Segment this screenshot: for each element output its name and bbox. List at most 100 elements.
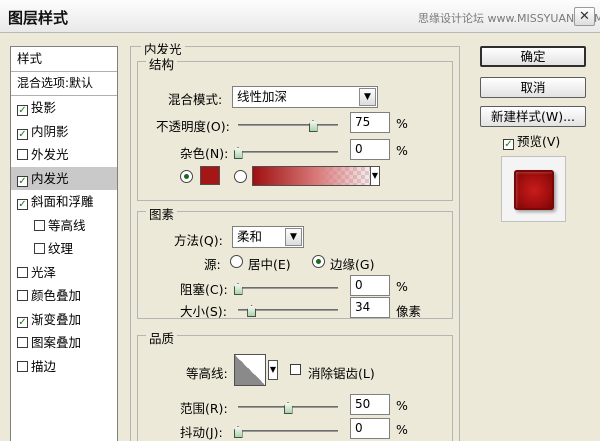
preview-label: 预览(V) bbox=[517, 134, 561, 149]
jitter-slider-thumb[interactable] bbox=[233, 426, 243, 438]
blend-mode-value: 线性加深 bbox=[237, 89, 288, 104]
new-style-button[interactable]: 新建样式(W)... bbox=[480, 106, 586, 127]
style-item-checkbox[interactable]: ✓ bbox=[17, 316, 28, 328]
style-item[interactable]: ✓ 斜面和浮雕 bbox=[11, 190, 117, 214]
style-item-checkbox[interactable] bbox=[17, 290, 28, 301]
range-slider-thumb[interactable] bbox=[283, 402, 293, 414]
preview-checkbox[interactable]: ✓ bbox=[503, 139, 514, 150]
opacity-label: 不透明度(O): bbox=[156, 119, 230, 134]
gradient-dropdown-icon[interactable]: ▼ bbox=[370, 166, 380, 186]
style-item[interactable]: 纹理 bbox=[11, 237, 117, 261]
noise-label: 杂色(N): bbox=[180, 146, 229, 161]
style-item-checkbox[interactable]: ✓ bbox=[17, 175, 28, 187]
style-item-label: 外发光 bbox=[31, 147, 69, 162]
style-list: 样式 混合选项:默认 ✓ 投影 ✓ 内阴影 外发光 ✓ 内发光 ✓ 斜面和浮雕 等高线 纹理 光泽 颜色… bbox=[10, 46, 118, 441]
contour-label: 等高线: bbox=[186, 366, 228, 381]
style-item[interactable]: ✓ 投影 bbox=[11, 96, 117, 120]
antialias-checkbox[interactable] bbox=[290, 364, 301, 375]
style-item[interactable]: 图案叠加 bbox=[11, 331, 117, 355]
choke-label: 阻塞(C): bbox=[180, 282, 228, 297]
blend-mode-label: 混合模式: bbox=[168, 92, 223, 107]
quality-legend: 品质 bbox=[146, 328, 178, 347]
contour-preview[interactable] bbox=[234, 354, 266, 386]
noise-unit: % bbox=[396, 143, 408, 158]
technique-label: 方法(Q): bbox=[174, 233, 223, 248]
jitter-unit: % bbox=[396, 422, 408, 437]
range-unit: % bbox=[396, 398, 408, 413]
jitter-label: 抖动(J): bbox=[180, 425, 223, 440]
opacity-input[interactable]: 75 bbox=[350, 112, 390, 133]
ok-button[interactable]: 确定 bbox=[480, 46, 586, 67]
jitter-input[interactable]: 0 bbox=[350, 418, 390, 439]
technique-select[interactable]: 柔和 ▼ bbox=[232, 226, 304, 248]
blend-mode-select[interactable]: 线性加深 ▼ bbox=[232, 86, 378, 108]
choke-input[interactable]: 0 bbox=[350, 275, 390, 296]
choke-unit: % bbox=[396, 279, 408, 294]
source-label: 源: bbox=[204, 257, 221, 272]
blend-options-item[interactable]: 混合选项:默认 bbox=[11, 72, 117, 96]
style-item-checkbox[interactable] bbox=[17, 337, 28, 348]
style-item-checkbox[interactable] bbox=[17, 360, 28, 372]
contour-curve-icon bbox=[235, 355, 265, 385]
style-item[interactable]: 外发光 bbox=[11, 143, 117, 167]
style-item[interactable]: 等高线 bbox=[11, 214, 117, 238]
watermark-text: 思缘设计论坛 www.MISSYUAN.COM bbox=[418, 12, 600, 25]
structure-legend: 结构 bbox=[146, 54, 178, 73]
style-item-checkbox[interactable] bbox=[17, 149, 28, 160]
range-input[interactable]: 50 bbox=[350, 394, 390, 415]
style-item-label: 内阴影 bbox=[31, 123, 69, 139]
style-item[interactable]: ✓ 内发光 bbox=[11, 166, 117, 190]
range-label: 范围(R): bbox=[180, 401, 228, 416]
style-item[interactable]: 描边 bbox=[11, 355, 117, 379]
style-item-label: 图案叠加 bbox=[31, 335, 82, 350]
technique-value: 柔和 bbox=[237, 229, 263, 244]
choke-slider-thumb[interactable] bbox=[233, 283, 243, 295]
style-item-checkbox[interactable] bbox=[34, 243, 45, 254]
noise-slider-thumb[interactable] bbox=[233, 147, 243, 159]
chevron-down-icon: ▼ bbox=[285, 228, 302, 246]
chevron-down-icon: ▼ bbox=[359, 88, 376, 106]
size-slider-thumb[interactable] bbox=[247, 305, 257, 317]
gradient-radio[interactable] bbox=[234, 170, 247, 183]
size-input[interactable]: 34 bbox=[350, 297, 390, 318]
noise-input[interactable]: 0 bbox=[350, 139, 390, 160]
style-item-label: 描边 bbox=[31, 358, 57, 374]
style-item-label: 等高线 bbox=[48, 217, 86, 233]
source-center-label[interactable]: 居中(E) bbox=[248, 254, 291, 273]
opacity-unit: % bbox=[396, 116, 408, 131]
style-item-checkbox[interactable]: ✓ bbox=[17, 128, 28, 140]
cancel-button[interactable]: 取消 bbox=[480, 77, 586, 98]
style-item[interactable]: 颜色叠加 bbox=[11, 284, 117, 308]
contour-dropdown-icon[interactable]: ▼ bbox=[268, 360, 278, 380]
solid-color-radio[interactable] bbox=[180, 170, 193, 183]
style-item-checkbox[interactable]: ✓ bbox=[17, 199, 28, 210]
source-edge-radio[interactable] bbox=[312, 255, 325, 268]
style-item-label: 渐变叠加 bbox=[31, 311, 82, 327]
style-preview bbox=[501, 156, 566, 222]
choke-slider-track[interactable] bbox=[238, 287, 338, 289]
gradient-swatch[interactable] bbox=[252, 166, 380, 186]
style-item-label: 内发光 bbox=[31, 170, 69, 186]
source-center-radio[interactable] bbox=[230, 255, 243, 268]
quality-group: 品质 等高线: ▼ 消除锯齿(L) 范围(R): 50 % 抖动(J): 0 % bbox=[137, 328, 453, 441]
inner-glow-panel: 内发光 结构 混合模式: 线性加深 ▼ 不透明度(O): 75 % 杂色(N):… bbox=[130, 39, 460, 441]
noise-slider-track[interactable] bbox=[238, 151, 338, 153]
style-item-checkbox[interactable]: ✓ bbox=[17, 105, 28, 116]
source-edge-label[interactable]: 边缘(G) bbox=[330, 254, 374, 273]
style-item-checkbox[interactable] bbox=[17, 266, 28, 278]
style-item-label: 颜色叠加 bbox=[31, 288, 82, 303]
opacity-slider-track[interactable] bbox=[238, 124, 338, 126]
antialias-label[interactable]: 消除锯齿(L) bbox=[308, 363, 375, 382]
style-items: ✓ 投影 ✓ 内阴影 外发光 ✓ 内发光 ✓ 斜面和浮雕 等高线 纹理 光泽 颜色叠加 ✓ 渐变叠加 图案叠加… bbox=[11, 96, 117, 378]
preview-toggle[interactable]: ✓ 预览(V) bbox=[503, 131, 560, 150]
glow-color-swatch[interactable] bbox=[200, 166, 220, 185]
style-item[interactable]: 光泽 bbox=[11, 261, 117, 285]
style-list-header[interactable]: 样式 bbox=[11, 47, 117, 72]
jitter-slider-track[interactable] bbox=[238, 430, 338, 432]
style-item-checkbox[interactable] bbox=[34, 219, 45, 231]
opacity-slider-thumb[interactable] bbox=[308, 120, 318, 132]
style-item[interactable]: ✓ 渐变叠加 bbox=[11, 308, 117, 332]
style-item[interactable]: ✓ 内阴影 bbox=[11, 120, 117, 144]
close-icon[interactable]: ✕ bbox=[574, 7, 595, 26]
structure-group: 结构 混合模式: 线性加深 ▼ 不透明度(O): 75 % 杂色(N): 0 %… bbox=[137, 54, 453, 201]
